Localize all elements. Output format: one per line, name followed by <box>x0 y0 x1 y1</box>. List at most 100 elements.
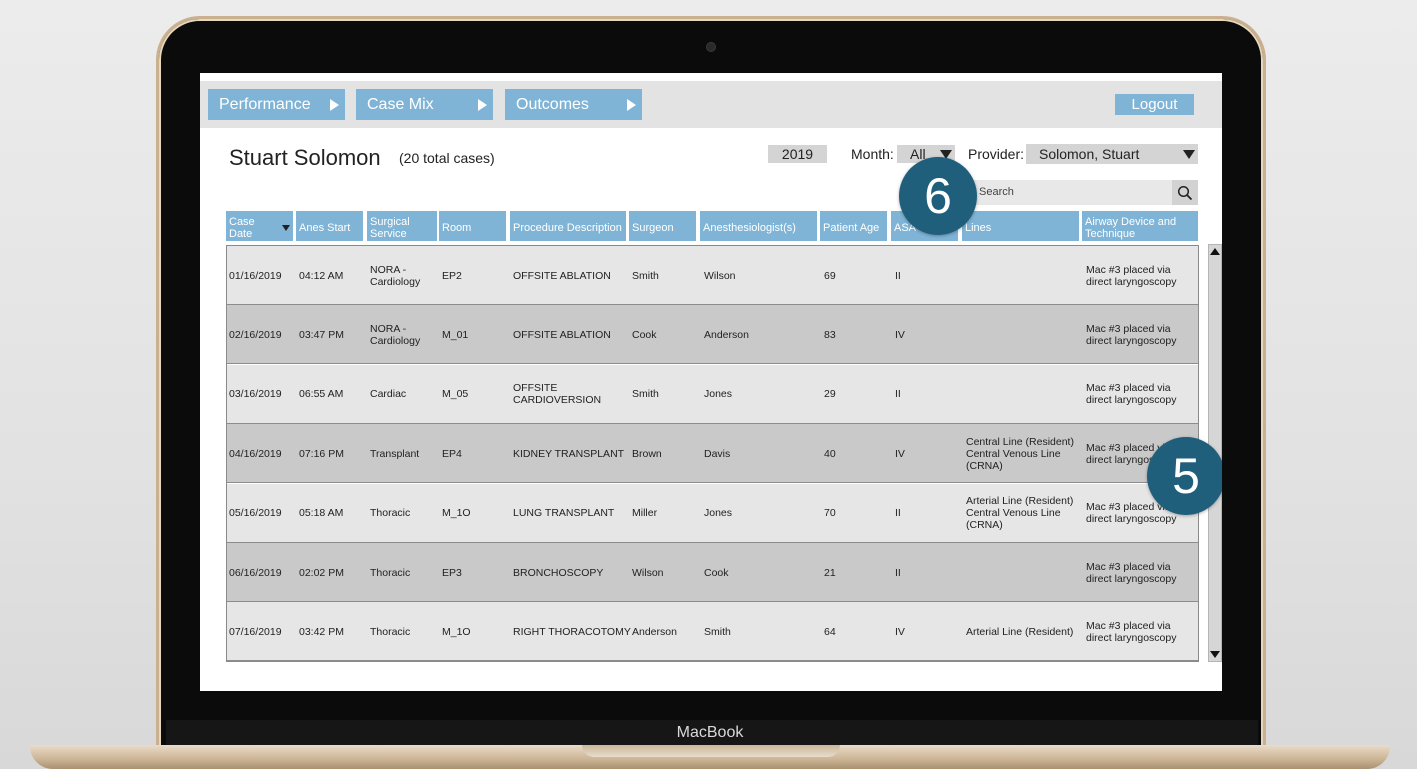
cell-surgeon: Smith <box>632 269 659 282</box>
column-header-airway[interactable]: Airway Device and Technique <box>1082 211 1198 241</box>
cell-patient-age: 64 <box>824 625 836 638</box>
logout-button[interactable]: Logout <box>1115 94 1194 115</box>
table-row[interactable]: 07/16/2019 03:42 PM Thoracic M_1O RIGHT THOR… <box>227 602 1198 661</box>
cell-surgical-service: Transplant <box>370 447 420 460</box>
year-selector[interactable]: 2019 <box>768 145 827 163</box>
callout-badge-6: 6 <box>899 157 977 235</box>
table-row[interactable]: 06/16/2019 02:02 PM Thoracic EP3 BRONCHOSCOP… <box>227 543 1198 602</box>
cell-case-date: 04/16/2019 <box>229 447 282 460</box>
chevron-down-icon <box>1183 150 1195 159</box>
cell-patient-age: 21 <box>824 566 836 579</box>
scroll-down-icon[interactable] <box>1210 651 1220 658</box>
cell-room: EP3 <box>442 566 462 579</box>
cell-room: EP4 <box>442 447 462 460</box>
provider-label: Provider: <box>968 146 1025 162</box>
top-nav-bar <box>200 81 1222 128</box>
cell-anes-start: 04:12 AM <box>299 269 344 282</box>
table-row[interactable]: 04/16/2019 07:16 PM Transplant EP4 KIDNEY TR… <box>227 424 1198 484</box>
cell-asa: IV <box>895 328 905 341</box>
column-header-surgical-service[interactable]: Surgical Service <box>367 211 437 241</box>
laptop-notch <box>582 745 840 757</box>
month-label: Month: <box>851 146 894 162</box>
cell-procedure: OFFSITE ABLATION <box>513 269 611 282</box>
cell-airway: Mac #3 placed via direct laryngoscopy <box>1086 560 1177 585</box>
case-count: (20 total cases) <box>399 150 495 166</box>
column-header-lines[interactable]: Lines <box>962 211 1079 241</box>
cell-procedure: OFFSITE CARDIOVERSION <box>513 382 602 407</box>
camera-icon <box>707 43 715 51</box>
cell-asa: II <box>895 566 901 579</box>
table-row[interactable]: 01/16/2019 04:12 AM NORA - Cardiology EP2 OF… <box>227 246 1198 305</box>
cell-anes-start: 07:16 PM <box>299 447 344 460</box>
column-header-surgeon[interactable]: Surgeon <box>629 211 696 241</box>
cell-surgical-service: NORA - Cardiology <box>370 263 421 288</box>
cell-procedure: OFFSITE ABLATION <box>513 328 611 341</box>
column-header-anes-start[interactable]: Anes Start <box>296 211 363 241</box>
cell-asa: IV <box>895 625 905 638</box>
cell-anesthesiologist: Jones <box>704 388 733 401</box>
play-arrow-icon <box>478 99 487 111</box>
page-title: Stuart Solomon <box>229 145 381 170</box>
column-header-patient-age[interactable]: Patient Age <box>820 211 887 241</box>
cell-surgical-service: NORA - Cardiology <box>370 322 421 347</box>
cell-lines: Arterial Line (Resident) <box>966 625 1074 638</box>
tab-performance[interactable]: Performance <box>208 89 345 120</box>
scroll-up-icon[interactable] <box>1210 248 1220 255</box>
cell-lines <box>966 543 1084 602</box>
cell-anesthesiologist: Smith <box>704 625 731 638</box>
table-row[interactable]: 03/16/2019 06:55 AM Cardiac M_05 OFFSITE CAR… <box>227 364 1198 424</box>
cell-anesthesiologist: Wilson <box>704 269 736 282</box>
cell-case-date: 06/16/2019 <box>229 566 282 579</box>
cell-anesthesiologist: Jones <box>704 507 733 520</box>
cell-asa: II <box>895 388 901 401</box>
cell-surgeon: Cook <box>632 328 657 341</box>
tab-label: Outcomes <box>516 96 589 113</box>
table-row[interactable]: 02/16/2019 03:47 PM NORA - Cardiology M_01 O… <box>227 305 1198 365</box>
tab-outcomes[interactable]: Outcomes <box>505 89 642 120</box>
cell-case-date: 05/16/2019 <box>229 507 282 520</box>
cell-surgical-service: Cardiac <box>370 388 407 401</box>
play-arrow-icon <box>627 99 636 111</box>
cell-asa: IV <box>895 447 905 460</box>
cell-asa: II <box>895 269 901 282</box>
app-screen: Performance Case Mix Outcomes Logout Stu… <box>200 73 1222 691</box>
search-button[interactable] <box>1172 180 1198 205</box>
column-header-anesthesiologist[interactable]: Anesthesiologist(s) <box>700 211 817 241</box>
cell-case-date: 07/16/2019 <box>229 625 282 638</box>
search-input[interactable]: Search <box>970 180 1198 205</box>
cell-room: M_05 <box>442 388 469 401</box>
column-header-case-date[interactable]: Case Date <box>226 211 293 241</box>
cell-patient-age: 69 <box>824 269 836 282</box>
cell-patient-age: 40 <box>824 447 836 460</box>
provider-value: Solomon, Stuart <box>1039 146 1140 162</box>
tab-label: Performance <box>219 96 311 113</box>
cell-lines <box>966 305 1084 364</box>
cell-room: M_1O <box>442 625 471 638</box>
play-arrow-icon <box>330 99 339 111</box>
cell-anesthesiologist: Cook <box>704 566 729 579</box>
cell-surgeon: Brown <box>632 447 662 460</box>
cell-lines <box>966 365 1084 424</box>
cell-anes-start: 03:42 PM <box>299 625 344 638</box>
cell-airway: Mac #3 placed via direct laryngoscopy <box>1086 382 1177 407</box>
cell-case-date: 03/16/2019 <box>229 388 282 401</box>
device-brand-label: MacBook <box>676 724 744 741</box>
cell-anes-start: 03:47 PM <box>299 328 344 341</box>
cell-surgeon: Smith <box>632 388 659 401</box>
cell-surgical-service: Thoracic <box>370 625 411 638</box>
column-header-procedure[interactable]: Procedure Description <box>510 211 626 241</box>
cell-anes-start: 05:18 AM <box>299 507 344 520</box>
cell-procedure: KIDNEY TRANSPLANT <box>513 447 625 460</box>
cell-case-date: 01/16/2019 <box>229 269 282 282</box>
cell-lines <box>966 246 1084 305</box>
cell-surgeon: Miller <box>632 507 658 520</box>
column-header-room[interactable]: Room <box>439 211 506 241</box>
cell-lines: Arterial Line (Resident) Central Venous … <box>966 495 1074 532</box>
tab-label: Case Mix <box>367 96 434 113</box>
cell-surgeon: Wilson <box>632 566 664 579</box>
cell-anesthesiologist: Davis <box>704 447 731 460</box>
tab-case-mix[interactable]: Case Mix <box>356 89 493 120</box>
cell-patient-age: 83 <box>824 328 836 341</box>
provider-select[interactable]: Solomon, Stuart <box>1026 144 1198 164</box>
table-row[interactable]: 05/16/2019 05:18 AM Thoracic M_1O LUNG TRANS… <box>227 483 1198 543</box>
